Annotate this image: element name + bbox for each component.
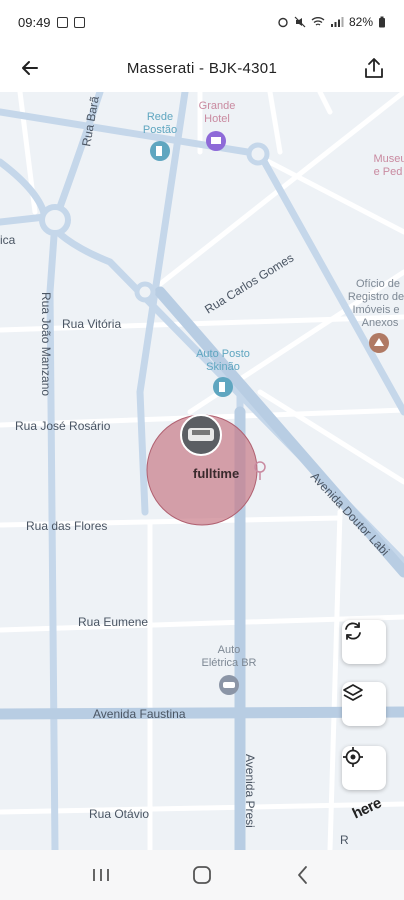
back-chevron-icon [298, 866, 308, 884]
road-minor [317, 92, 333, 115]
street-label-avenida-doutor: Avenida Doutor Labi [308, 469, 392, 558]
poi-label-museu-1: Museu [373, 153, 404, 165]
system-nav-bar [0, 850, 404, 900]
poi-label-oficio-4: Anexos [362, 317, 399, 329]
fuel-station-icon[interactable] [213, 377, 233, 397]
map-canvas: Rua Barã Rua Carlos Gomes Rua Vitória Ru… [0, 92, 404, 850]
refresh-icon [345, 622, 361, 640]
share-button[interactable] [358, 52, 390, 84]
street-label-avenida-faustina: Avenida Faustina [93, 707, 186, 721]
poi-label-auto-posto-1: Auto Posto [196, 348, 250, 360]
street-label-rua-carlos-gomes: Rua Carlos Gomes [202, 251, 296, 317]
poi-label-auto-eletrica-2: Elétrica BR [201, 657, 256, 669]
fuel-station-icon[interactable] [150, 141, 170, 161]
battery-icon [379, 16, 385, 28]
poi-label-oficio-1: Ofício de [356, 278, 400, 290]
vehicle-label: fulltime [193, 466, 239, 481]
locate-icon [343, 747, 363, 767]
poi-label-auto-eletrica-1: Auto [218, 644, 241, 656]
street-label-rua-otavio: Rua Otávio [89, 807, 149, 821]
car-repair-icon[interactable] [219, 675, 239, 695]
street-label-rua-jose-rosario: Rua José Rosário [15, 419, 111, 433]
street-label-rua-vitoria: Rua Vitória [62, 317, 121, 331]
battery-percent: 82% [348, 15, 373, 29]
street-label-rua-barao: Rua Barã [79, 95, 102, 148]
registry-office-icon[interactable] [369, 333, 389, 353]
street-label-rua-das-flores: Rua das Flores [26, 519, 107, 533]
refresh-button[interactable] [342, 620, 386, 664]
locate-button[interactable] [342, 746, 386, 790]
hotel-icon[interactable] [206, 131, 226, 151]
poi-label-rede-postao-1: Rede [147, 111, 173, 123]
layers-icon [343, 684, 363, 701]
street-label-rua-joao-manzano: Rua João Manzano [39, 292, 53, 396]
poi-label-oficio-3: Imóveis e [352, 304, 399, 316]
poi-label-grande-hotel-1: Grande [199, 100, 236, 112]
share-upload-icon [365, 58, 383, 78]
gallery-icon [56, 16, 68, 28]
roundabout [246, 142, 270, 166]
road-minor [327, 509, 343, 850]
alarm-icon [278, 17, 288, 28]
wifi-icon [311, 17, 325, 26]
recent-apps-icon [92, 869, 109, 881]
roundabout [134, 281, 156, 303]
home-icon [193, 866, 211, 884]
page-title: Masserati - BJK-4301 [126, 59, 278, 77]
map-view[interactable]: Rua Barã Rua Carlos Gomes Rua Vitória Ru… [0, 92, 404, 850]
mute-icon [294, 16, 306, 28]
poi-label-museu-2: e Ped [374, 166, 403, 178]
road-major [0, 108, 404, 416]
street-label-edge-ica: ica [0, 233, 16, 247]
poi-label-oficio-2: Registro de [348, 291, 404, 303]
poi-label-rede-postao-2: Postão [143, 124, 177, 136]
recent-apps-button[interactable] [81, 860, 121, 890]
street-label-avenida-presi: Avenida Presi [243, 754, 257, 828]
road-minor [267, 92, 283, 155]
layers-button[interactable] [342, 682, 386, 726]
app-header: Masserati - BJK-4301 [0, 44, 404, 92]
road-minor [0, 801, 404, 815]
road-major [0, 213, 49, 226]
signal-icon [330, 17, 344, 27]
home-button[interactable] [182, 860, 222, 890]
system-back-button[interactable] [283, 860, 323, 890]
road-minor [0, 314, 404, 333]
street-label-edge-r: R [340, 833, 349, 847]
poi-label-grande-hotel-2: Hotel [204, 113, 230, 125]
car-avatar-icon[interactable] [180, 414, 222, 456]
notification-icon [73, 16, 85, 28]
arrow-left-icon [22, 61, 38, 75]
status-bar: 09:49 82% [0, 0, 404, 44]
roundabout [39, 204, 71, 236]
street-label-rua-eumene: Rua Eumene [78, 615, 148, 629]
poi-label-auto-posto-2: Skinão [206, 361, 240, 373]
status-time: 09:49 [18, 14, 51, 30]
back-button[interactable] [14, 52, 46, 84]
